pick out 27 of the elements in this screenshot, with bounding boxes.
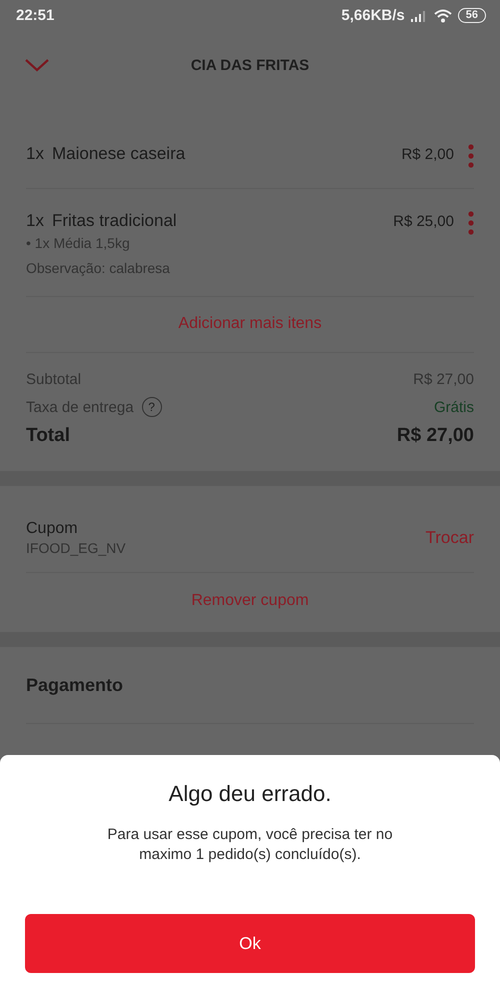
- signal-icon: [410, 8, 428, 22]
- store-title: CIA DAS FRITAS: [190, 56, 310, 74]
- chevron-down-icon[interactable]: [24, 58, 50, 72]
- item-name: Maionese caseira: [52, 144, 186, 164]
- payment-heading: Pagamento: [26, 647, 474, 724]
- wifi-icon: [432, 8, 453, 22]
- more-options-icon[interactable]: [468, 211, 474, 235]
- ok-button[interactable]: Ok: [25, 914, 475, 973]
- item-quantity: 1x: [26, 211, 44, 231]
- more-options-icon[interactable]: [468, 144, 474, 168]
- total-label: Total: [26, 425, 70, 447]
- clock: 22:51: [16, 6, 54, 24]
- total-value: R$ 27,00: [396, 425, 474, 447]
- dialog-title: Algo deu errado.: [168, 781, 332, 807]
- fee-value: Grátis: [434, 398, 474, 416]
- add-items-link[interactable]: Adicionar mais itens: [26, 297, 474, 353]
- network-speed: 5,66KB/s: [341, 6, 405, 24]
- help-button[interactable]: ?: [142, 397, 162, 417]
- remove-coupon-link[interactable]: Remover cupom: [26, 573, 474, 632]
- item-name: Fritas tradicional: [52, 211, 177, 231]
- item-quantity: 1x: [26, 144, 44, 164]
- change-coupon-link[interactable]: Trocar: [426, 528, 474, 548]
- battery-level: 56: [458, 8, 486, 22]
- dialog-message: Para usar esse cupom, você precisa ter no maximo 1 pedido(s) concluído(s).: [106, 825, 394, 865]
- item-price: R$ 2,00: [401, 146, 454, 165]
- coupon-label: Cupom: [26, 520, 79, 538]
- item-price: R$ 25,00: [393, 213, 454, 232]
